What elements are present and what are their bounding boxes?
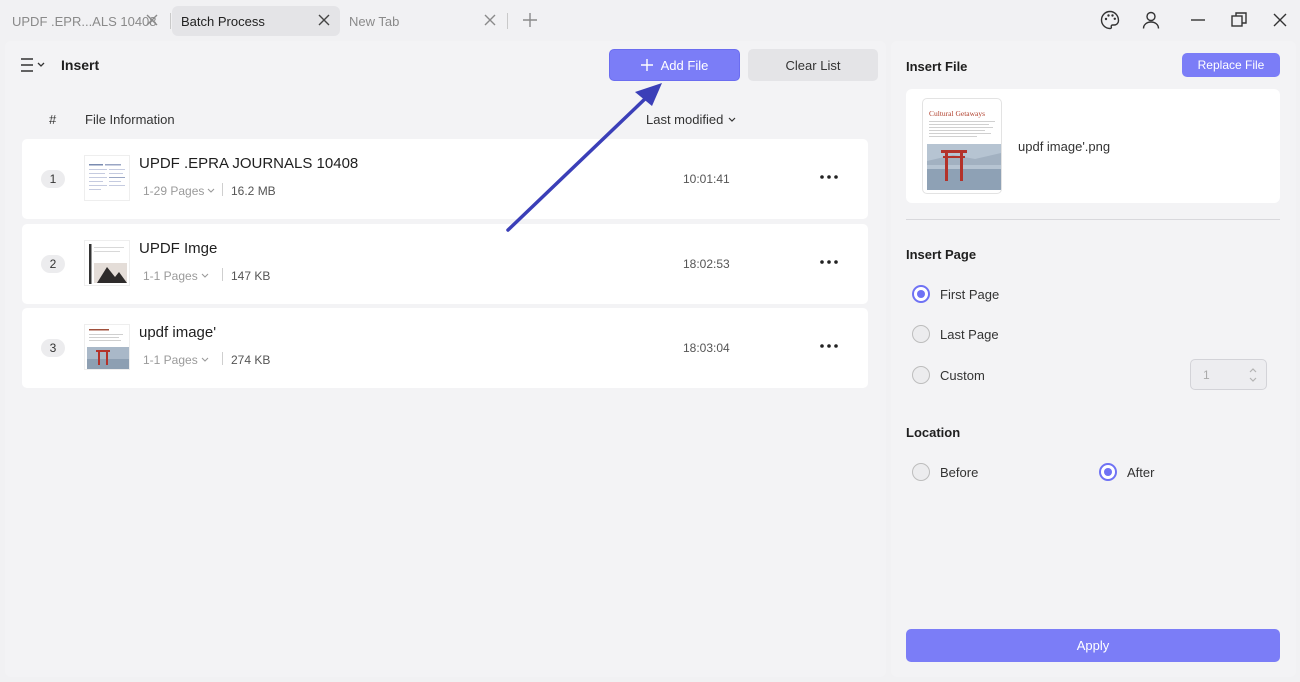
radio-custom[interactable]: Custom [912,366,985,384]
location-title: Location [906,425,961,440]
modified-time: 18:02:53 [683,257,730,271]
close-tab-icon[interactable] [482,12,498,28]
insert-page-title: Insert Page [906,247,977,262]
chevron-down-icon [201,273,209,278]
page-range-dropdown[interactable]: 1-29 Pages [143,184,215,198]
chevron-down-icon [201,357,209,362]
clear-list-label: Clear List [785,57,841,73]
file-thumbnail [84,240,130,286]
tab-divider [507,13,508,29]
modified-time: 18:03:04 [683,341,730,355]
file-row[interactable]: 2 UPDF Imge 1-1 Pages 147 KB 18:02:53 [22,224,868,304]
tab-label: New Tab [349,13,400,29]
page-range-label: 1-1 Pages [143,353,198,367]
apply-button[interactable]: Apply [906,629,1280,662]
stepper-arrows-icon[interactable] [1248,365,1258,385]
divider [222,352,223,365]
more-options-icon[interactable] [818,169,840,185]
row-index: 3 [41,339,65,357]
insert-settings-panel: Insert File Replace File Cultural Getawa… [891,41,1296,677]
file-name: UPDF Imge [139,240,218,257]
radio-button[interactable] [912,325,930,343]
tab-updf-epra[interactable]: UPDF .EPR...ALS 10408 [0,6,168,36]
radio-label: First Page [940,286,1000,302]
file-size: 16.2 MB [231,184,276,198]
panel-title: Insert [61,57,100,73]
tab-batch-process[interactable]: Batch Process [172,6,340,36]
file-name: updf image' [139,324,217,341]
column-header-file-info: File Information [85,112,175,127]
insert-file-title: Insert File [906,59,968,74]
custom-page-value: 1 [1203,368,1210,382]
replace-file-button[interactable]: Replace File [1182,53,1280,77]
restore-icon[interactable] [1229,10,1249,30]
title-bar: UPDF .EPR...ALS 10408 Batch Process New … [0,0,1300,40]
radio-label: After [1127,464,1155,480]
radio-button[interactable] [912,366,930,384]
radio-after[interactable]: After [1099,463,1154,481]
radio-button-selected[interactable] [912,285,930,303]
tab-divider [170,13,171,29]
tab-label: UPDF .EPR...ALS 10408 [12,13,157,29]
selected-file-thumbnail: Cultural Getaways [922,98,1002,194]
radio-label: Before [940,464,979,480]
custom-page-stepper[interactable]: 1 [1190,359,1267,390]
radio-label: Custom [940,367,985,383]
radio-last-page[interactable]: Last Page [912,325,999,343]
column-header-modified: Last modified [646,112,724,127]
close-window-icon[interactable] [1270,10,1290,30]
file-row[interactable]: 3 updf image' 1-1 Pages 274 KB 18:03:04 [22,308,868,388]
file-thumbnail [84,155,130,201]
radio-button-selected[interactable] [1099,463,1117,481]
selected-file-name: updf image'.png [1018,139,1111,154]
file-size: 274 KB [231,353,271,367]
chevron-down-icon [208,188,215,193]
apply-label: Apply [1076,638,1110,653]
replace-file-label: Replace File [1197,58,1265,72]
page-range-label: 1-1 Pages [143,269,198,283]
chevron-down-icon [728,117,736,122]
user-icon[interactable] [1141,10,1161,30]
section-divider [906,219,1280,220]
add-file-button[interactable]: Add File [609,49,740,81]
file-list-panel: Insert Add File Clear List # File Inform… [5,41,886,677]
divider [222,183,223,196]
close-tab-icon[interactable] [144,12,160,28]
radio-first-page[interactable]: First Page [912,285,999,303]
page-range-dropdown[interactable]: 1-1 Pages [143,353,209,367]
tab-new-tab[interactable]: New Tab [340,6,506,36]
plus-icon [640,59,653,71]
tab-label: Batch Process [181,13,265,29]
modified-time: 10:01:41 [683,172,730,186]
file-row[interactable]: 1 UPDF .EPRA JOURNALS 10408 1-29 Pages 1… [22,139,868,219]
radio-button[interactable] [912,463,930,481]
selected-file-card: Cultural Getaways updf image'.png [906,89,1280,203]
column-header-index: # [49,112,57,127]
new-tab-plus-icon[interactable] [522,12,538,28]
palette-icon[interactable] [1100,10,1120,30]
close-tab-icon[interactable] [316,12,332,28]
more-options-icon[interactable] [818,254,840,270]
divider [222,268,223,281]
thumb-heading: Cultural Getaways [929,109,985,118]
sort-last-modified[interactable]: Last modified [646,112,736,127]
minimize-icon[interactable] [1188,10,1208,30]
file-thumbnail [84,324,130,370]
page-range-dropdown[interactable]: 1-1 Pages [143,269,209,283]
list-menu-icon[interactable] [19,56,49,74]
file-size: 147 KB [231,269,271,283]
row-index: 2 [41,255,65,273]
clear-list-button[interactable]: Clear List [748,49,878,81]
row-index: 1 [41,170,65,188]
page-range-label: 1-29 Pages [143,184,205,198]
add-file-label: Add File [660,57,709,73]
radio-before[interactable]: Before [912,463,978,481]
more-options-icon[interactable] [818,338,840,354]
radio-label: Last Page [940,326,999,342]
file-name: UPDF .EPRA JOURNALS 10408 [139,155,359,172]
